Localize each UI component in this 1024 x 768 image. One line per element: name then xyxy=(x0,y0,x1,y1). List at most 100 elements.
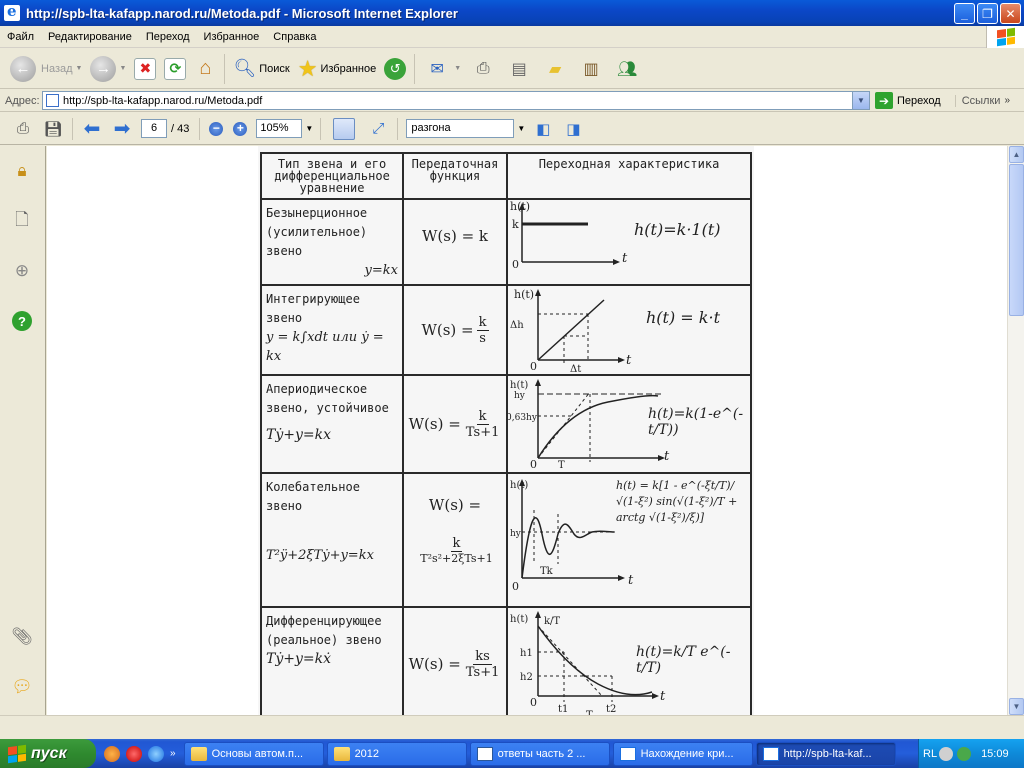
stop-icon: ✖ xyxy=(134,57,157,80)
pages-icon[interactable]: 🗋 xyxy=(11,210,33,232)
search-button[interactable]: 🔍︎ Поиск xyxy=(229,52,293,86)
mail-button[interactable]: ✉ ▼ xyxy=(419,52,465,86)
transfer-function: W(s) = k xyxy=(421,227,488,245)
row-tf: W(s) = k xyxy=(402,198,508,286)
opera-icon[interactable] xyxy=(126,745,142,762)
menu-edit[interactable]: Редактирование xyxy=(41,31,139,43)
header-type: Тип звена и его дифференциальное уравнен… xyxy=(260,152,404,200)
task-button[interactable]: Основы автом.п... xyxy=(183,741,324,766)
mail-dropdown-icon[interactable]: ▼ xyxy=(454,65,461,72)
lock-icon[interactable]: 🔒︎ xyxy=(11,160,33,182)
note-icon: ▰ xyxy=(549,60,562,78)
back-dropdown-icon[interactable]: ▼ xyxy=(76,65,83,72)
scroll-down-icon[interactable]: ▼ xyxy=(1009,698,1024,715)
pdf-toolbar: ⎙ 💾︎ ⬅ ➡ 6 / 43 − + 105% ▼ ⤢ разгона ▼ ◧… xyxy=(0,113,1024,145)
quick-launch: » xyxy=(96,745,184,762)
vertical-scrollbar[interactable]: ▲ ▼ xyxy=(1007,146,1024,715)
fit-page-icon[interactable]: ⤢ xyxy=(366,117,390,141)
tray-icon[interactable] xyxy=(939,746,954,761)
binoculars-icon[interactable]: ⊕ xyxy=(11,260,33,282)
search-dropdown-icon[interactable]: ▼ xyxy=(514,119,528,138)
go-label: Переход xyxy=(897,94,941,107)
forward-dropdown-icon[interactable]: ▼ xyxy=(119,65,126,72)
tf-denominator: Ts+1 xyxy=(465,664,500,680)
edit-icon: ▤ xyxy=(511,60,527,78)
row-graph: h(t) k 0 t h(t)=k·1(t) xyxy=(506,198,752,286)
address-input[interactable]: http://spb-lta-kafapp.narod.ru/Metoda.pd… xyxy=(42,91,870,110)
tf-numerator: k xyxy=(450,536,463,552)
save-pdf-icon[interactable]: 💾︎ xyxy=(41,117,65,141)
menu-go[interactable]: Переход xyxy=(139,31,197,43)
taskbar: пуск » Основы автом.п... 2012 ответы час… xyxy=(0,739,1024,768)
back-button[interactable]: ← Назад ▼ xyxy=(6,52,86,86)
zoom-out-icon[interactable]: − xyxy=(209,121,224,136)
discuss-button[interactable]: ▰ xyxy=(537,52,573,86)
tf-prefix: W(s) = xyxy=(421,321,474,339)
quick-launch-chevron-icon[interactable]: » xyxy=(170,748,176,759)
forward-button[interactable]: → ▼ xyxy=(86,52,130,86)
stop-button[interactable]: ✖ xyxy=(130,52,160,86)
task-button-active[interactable]: http://spb-lta-kaf... xyxy=(755,741,896,766)
maximize-button[interactable]: ❐ xyxy=(977,3,998,24)
printer-icon: ⎙ xyxy=(476,59,490,77)
find-previous-icon[interactable]: ◧ xyxy=(531,117,555,141)
menu-file[interactable]: Файл xyxy=(0,31,41,43)
previous-page-icon[interactable]: ⬅ xyxy=(80,117,104,141)
history-button[interactable]: ↺ xyxy=(380,52,410,86)
comments-icon[interactable]: 💬︎ xyxy=(11,676,33,698)
address-dropdown-icon[interactable]: ▼ xyxy=(852,92,869,109)
transfer-function: W(s) = ks Ts+1 xyxy=(408,612,502,715)
pdf-document-view[interactable]: Тип звена и его дифференциальное уравнен… xyxy=(47,146,1007,715)
print-pdf-icon[interactable]: ⎙ xyxy=(11,117,35,141)
scroll-up-icon[interactable]: ▲ xyxy=(1009,146,1024,163)
pdf-search-input[interactable]: разгона xyxy=(406,119,515,138)
task-button[interactable]: 2012 xyxy=(326,741,467,766)
edit-button[interactable]: ▤ xyxy=(501,52,537,86)
fit-width-icon[interactable] xyxy=(333,117,356,140)
close-button[interactable]: ✕ xyxy=(1000,3,1021,24)
transfer-function: W(s) = k Ts+1 xyxy=(408,380,502,468)
title-bar[interactable]: http://spb-lta-kafapp.narod.ru/Metoda.pd… xyxy=(0,0,1024,26)
task-button[interactable]: Нахождение кри... xyxy=(612,741,753,766)
next-page-icon[interactable]: ➡ xyxy=(110,117,134,141)
zoom-dropdown-icon[interactable]: ▼ xyxy=(302,119,316,138)
links-label[interactable]: Ссылки xyxy=(954,94,1000,107)
back-label: Назад xyxy=(41,62,73,75)
svg-text:h(t): h(t) xyxy=(510,480,528,491)
toolbar-separator xyxy=(224,53,226,84)
ie-icon xyxy=(4,2,20,21)
table-row: Апериодическое звено, устойчивое Tẏ+y=kx… xyxy=(260,374,752,474)
network-icon[interactable] xyxy=(957,746,972,761)
window-title: http://spb-lta-kafapp.narod.ru/Metoda.pd… xyxy=(26,5,458,21)
research-button[interactable]: ▥ xyxy=(573,52,609,86)
start-button[interactable]: пуск xyxy=(0,739,96,768)
minimize-button[interactable]: _ xyxy=(954,3,975,24)
menu-favorites[interactable]: Избранное xyxy=(197,31,267,43)
step-response: h(t) = k·t xyxy=(646,308,721,327)
zoom-select[interactable]: 105% xyxy=(256,119,303,138)
row-tf: W(s) = k Ts+1 xyxy=(402,374,508,474)
favorites-button[interactable]: ★ Избранное xyxy=(294,52,380,86)
zoom-in-icon[interactable]: + xyxy=(233,121,248,136)
print-button[interactable]: ⎙ xyxy=(465,52,501,86)
ie-quick-icon[interactable] xyxy=(148,745,164,762)
menu-help[interactable]: Справка xyxy=(266,31,323,43)
go-button[interactable]: ➔ Переход xyxy=(875,92,941,109)
help-icon[interactable]: ? xyxy=(11,310,33,332)
language-indicator[interactable]: RL xyxy=(923,748,937,760)
search-icon: 🔍︎ xyxy=(233,58,257,78)
scroll-thumb[interactable] xyxy=(1009,164,1024,316)
home-button[interactable]: ⌂ xyxy=(190,52,220,86)
find-next-icon[interactable]: ◨ xyxy=(561,117,585,141)
page-number-input[interactable]: 6 xyxy=(141,119,167,138)
link-equation: T²ÿ+2ξTẏ+y=kx xyxy=(266,548,374,563)
paperclip-icon[interactable]: 📎︎ xyxy=(11,626,33,648)
task-button[interactable]: ответы часть 2 ... xyxy=(469,741,610,766)
firefox-icon[interactable] xyxy=(104,745,120,762)
refresh-button[interactable]: ⟳ xyxy=(160,52,190,86)
messenger-button[interactable]: 👥︎ xyxy=(609,52,645,86)
forward-arrow-icon: → xyxy=(90,55,117,82)
link-name: Апериодическое звено, устойчивое xyxy=(266,382,389,415)
links-chevron-icon[interactable]: » xyxy=(1004,95,1010,106)
task-label: ответы часть 2 ... xyxy=(497,747,586,760)
